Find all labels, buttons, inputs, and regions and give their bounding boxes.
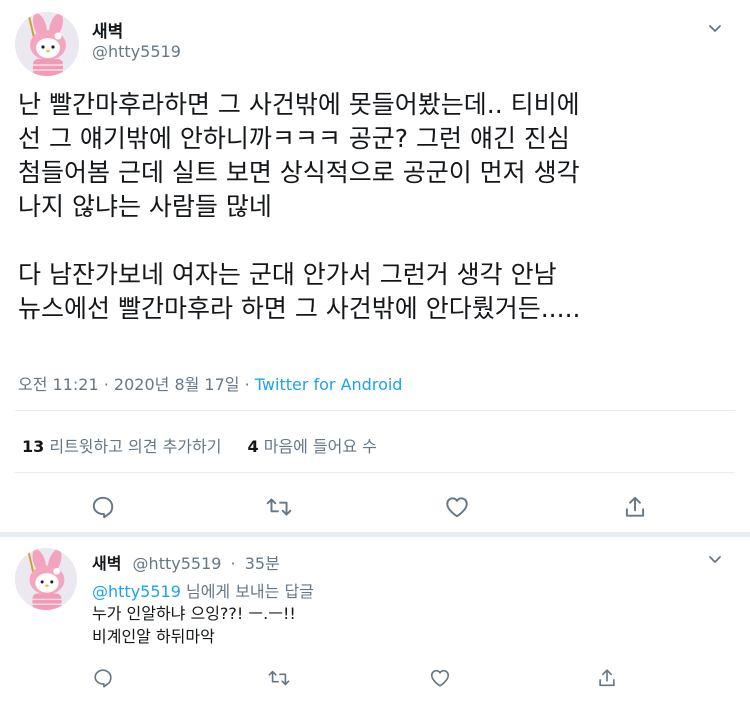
tweet-actions: [0, 492, 750, 522]
tweet-source-link[interactable]: Twitter for Android: [255, 375, 403, 394]
chevron-down-icon[interactable]: [705, 549, 725, 569]
retweet-icon[interactable]: [264, 492, 294, 522]
reply-time[interactable]: 35분: [245, 554, 280, 573]
replying-to-mention[interactable]: @htty5519: [92, 582, 181, 601]
divider: [15, 472, 735, 473]
display-name[interactable]: 새벽: [92, 17, 123, 42]
tweet-time[interactable]: 오전 11:21: [18, 375, 99, 394]
main-tweet: 새벽 @htty5519 난 빨간마후라하면 그 사건밖에 못들어봤는데.. 티…: [0, 0, 750, 532]
retweet-icon[interactable]: [264, 663, 294, 693]
like-label: 마음에 들어요 수: [263, 437, 377, 456]
reply-text: 누가 인알하냐 으잉??! ㅡ.ㅡ!! 비계인알 하뒤마악: [92, 604, 296, 646]
heart-icon[interactable]: [442, 492, 472, 522]
tweet-text: 난 빨간마후라하면 그 사건밖에 못들어봤는데.. 티비에 선 그 얘기밖에 안…: [18, 90, 581, 323]
engagement-stats: 13 리트윗하고 의견 추가하기 4 마음에 들어요 수: [22, 433, 377, 457]
user-handle[interactable]: @htty5519: [92, 42, 181, 61]
replying-to-label: 님에게 보내는 답글: [185, 582, 314, 601]
share-icon[interactable]: [620, 492, 650, 522]
meta-separator: ·: [244, 375, 250, 394]
avatar[interactable]: [15, 12, 79, 76]
reply-tweet[interactable]: 새벽 @htty5519 · 35분 @htty5519 님에게 보내는 답글 …: [0, 537, 750, 708]
divider: [15, 410, 735, 411]
tweet-meta: 오전 11:21 · 2020년 8월 17일 · Twitter for An…: [18, 371, 402, 395]
retweet-stat[interactable]: 13 리트윗하고 의견 추가하기: [22, 437, 221, 456]
tweet-date[interactable]: 2020년 8월 17일: [114, 375, 240, 394]
reply-actions: [0, 663, 750, 693]
reply-header: 새벽 @htty5519 · 35분: [92, 550, 280, 574]
retweet-label: 리트윗하고 의견 추가하기: [49, 437, 222, 456]
meta-separator: ·: [230, 554, 236, 573]
heart-icon[interactable]: [425, 663, 455, 693]
avatar[interactable]: [15, 548, 77, 610]
replying-to: @htty5519 님에게 보내는 답글: [92, 578, 314, 602]
share-icon[interactable]: [592, 663, 622, 693]
like-stat[interactable]: 4 마음에 들어요 수: [247, 437, 376, 456]
user-handle[interactable]: @htty5519: [133, 554, 222, 573]
reply-icon[interactable]: [88, 492, 118, 522]
meta-separator: ·: [103, 375, 109, 394]
retweet-count: 13: [22, 437, 45, 456]
display-name[interactable]: 새벽: [92, 554, 121, 573]
chevron-down-icon[interactable]: [705, 18, 725, 38]
like-count: 4: [247, 437, 259, 456]
reply-icon[interactable]: [88, 663, 118, 693]
